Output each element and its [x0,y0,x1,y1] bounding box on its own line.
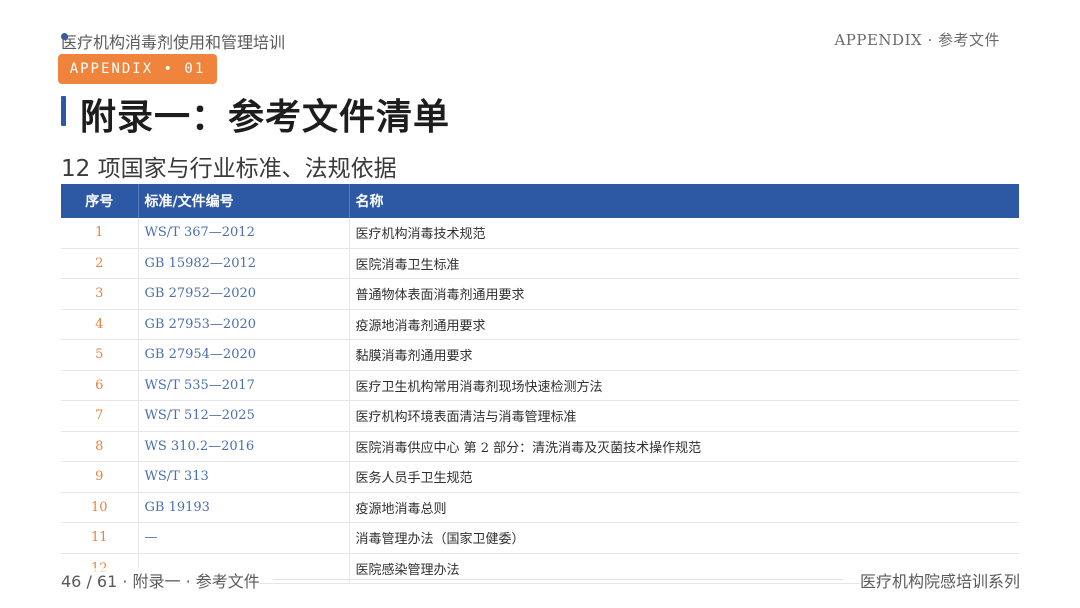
row-code: WS/T 367—2012 [138,218,350,249]
row-index: 3 [61,278,139,310]
row-code: GB 27953—2020 [138,309,350,340]
row-index: 1 [61,218,139,249]
row-name: 消毒管理办法（国家卫健委） [349,522,1019,554]
row-name: 疫源地消毒剂通用要求 [349,309,1019,340]
table-row: 9 WS/T 313 医务人员手卫生规范 [61,461,1019,493]
table-header-row: 序号 标准/文件编号 名称 [61,184,1019,218]
row-name: 医疗卫生机构常用消毒剂现场快速检测方法 [349,370,1019,401]
section-label: APPENDIX · 参考文件 [834,31,1000,49]
bullet-dot-icon [61,33,68,40]
appendix-tag: APPENDIX • 01 [58,54,217,84]
reference-table: 序号 标准/文件编号 名称 1 WS/T 367—2012 医疗机构消毒技术规范 2 G… [61,184,1019,584]
table-row: 10 GB 19193 疫源地消毒总则 [61,492,1019,523]
row-code: GB 27954—2020 [138,339,350,371]
course-title: 医疗机构消毒剂使用和管理培训 [61,29,285,53]
column-header-name: 名称 [349,184,1019,218]
row-name: 医疗机构消毒技术规范 [349,218,1019,249]
row-name: 黏膜消毒剂通用要求 [349,339,1019,371]
footer-series: 医疗机构院感培训系列 [859,568,1020,592]
table-row: 7 WS/T 512—2025 医疗机构环境表面清洁与消毒管理标准 [61,400,1019,432]
row-code: GB 15982—2012 [138,248,350,279]
row-code: WS 310.2—2016 [138,431,350,462]
page-title: 附录一：参考文件清单 [80,97,451,138]
row-index: 10 [61,492,139,523]
row-code: GB 27952—2020 [138,278,350,310]
row-name: 医务人员手卫生规范 [349,461,1019,493]
row-code: WS/T 535—2017 [138,370,350,401]
course-title-text: 医疗机构消毒剂使用和管理培训 [61,33,286,52]
row-code: — [138,522,350,554]
row-name: 普通物体表面消毒剂通用要求 [349,278,1019,310]
table-row: 11— 消毒管理办法（国家卫健委） [61,522,1019,554]
title-accent-bar [61,96,66,126]
row-name: 医院消毒卫生标准 [349,248,1019,279]
row-name: 疫源地消毒总则 [349,492,1019,523]
row-code: WS/T 313 [138,461,350,493]
table-row: 4 GB 27953—2020 疫源地消毒剂通用要求 [61,309,1019,340]
row-index: 4 [61,309,139,340]
row-index: 2 [61,248,139,279]
page-subtitle: 12 项国家与行业标准、法规依据 [61,156,397,182]
footer-page-info: 46 / 61 · 附录一 · 参考文件 [61,568,260,592]
table-row: 8 WS 310.2—2016 医院消毒供应中心 第 2 部分：清洗消毒及灭菌技术操… [61,431,1019,462]
table-row: 3 GB 27952—2020 普通物体表面消毒剂通用要求 [61,278,1019,310]
row-index: 7 [61,400,139,432]
row-index: 5 [61,339,139,371]
row-code: WS/T 512—2025 [138,400,350,432]
row-index: 6 [61,370,139,401]
table-row: 2 GB 15982—2012 医院消毒卫生标准 [61,248,1019,279]
row-index: 8 [61,431,139,462]
row-code: GB 19193 [138,492,350,523]
row-name: 医疗机构环境表面清洁与消毒管理标准 [349,400,1019,432]
table-row: 1 WS/T 367—2012 医疗机构消毒技术规范 [61,218,1019,249]
table-row: 5 GB 27954—2020 黏膜消毒剂通用要求 [61,339,1019,371]
table-row: 6 WS/T 535—2017 医疗卫生机构常用消毒剂现场快速检测方法 [61,370,1019,401]
column-header-index: 序号 [61,184,139,218]
row-name: 医院消毒供应中心 第 2 部分：清洗消毒及灭菌技术操作规范 [349,431,1019,462]
column-header-code: 标准/文件编号 [138,184,350,218]
row-index: 11 [61,522,139,554]
footer-divider [273,579,843,580]
row-index: 9 [61,461,139,493]
